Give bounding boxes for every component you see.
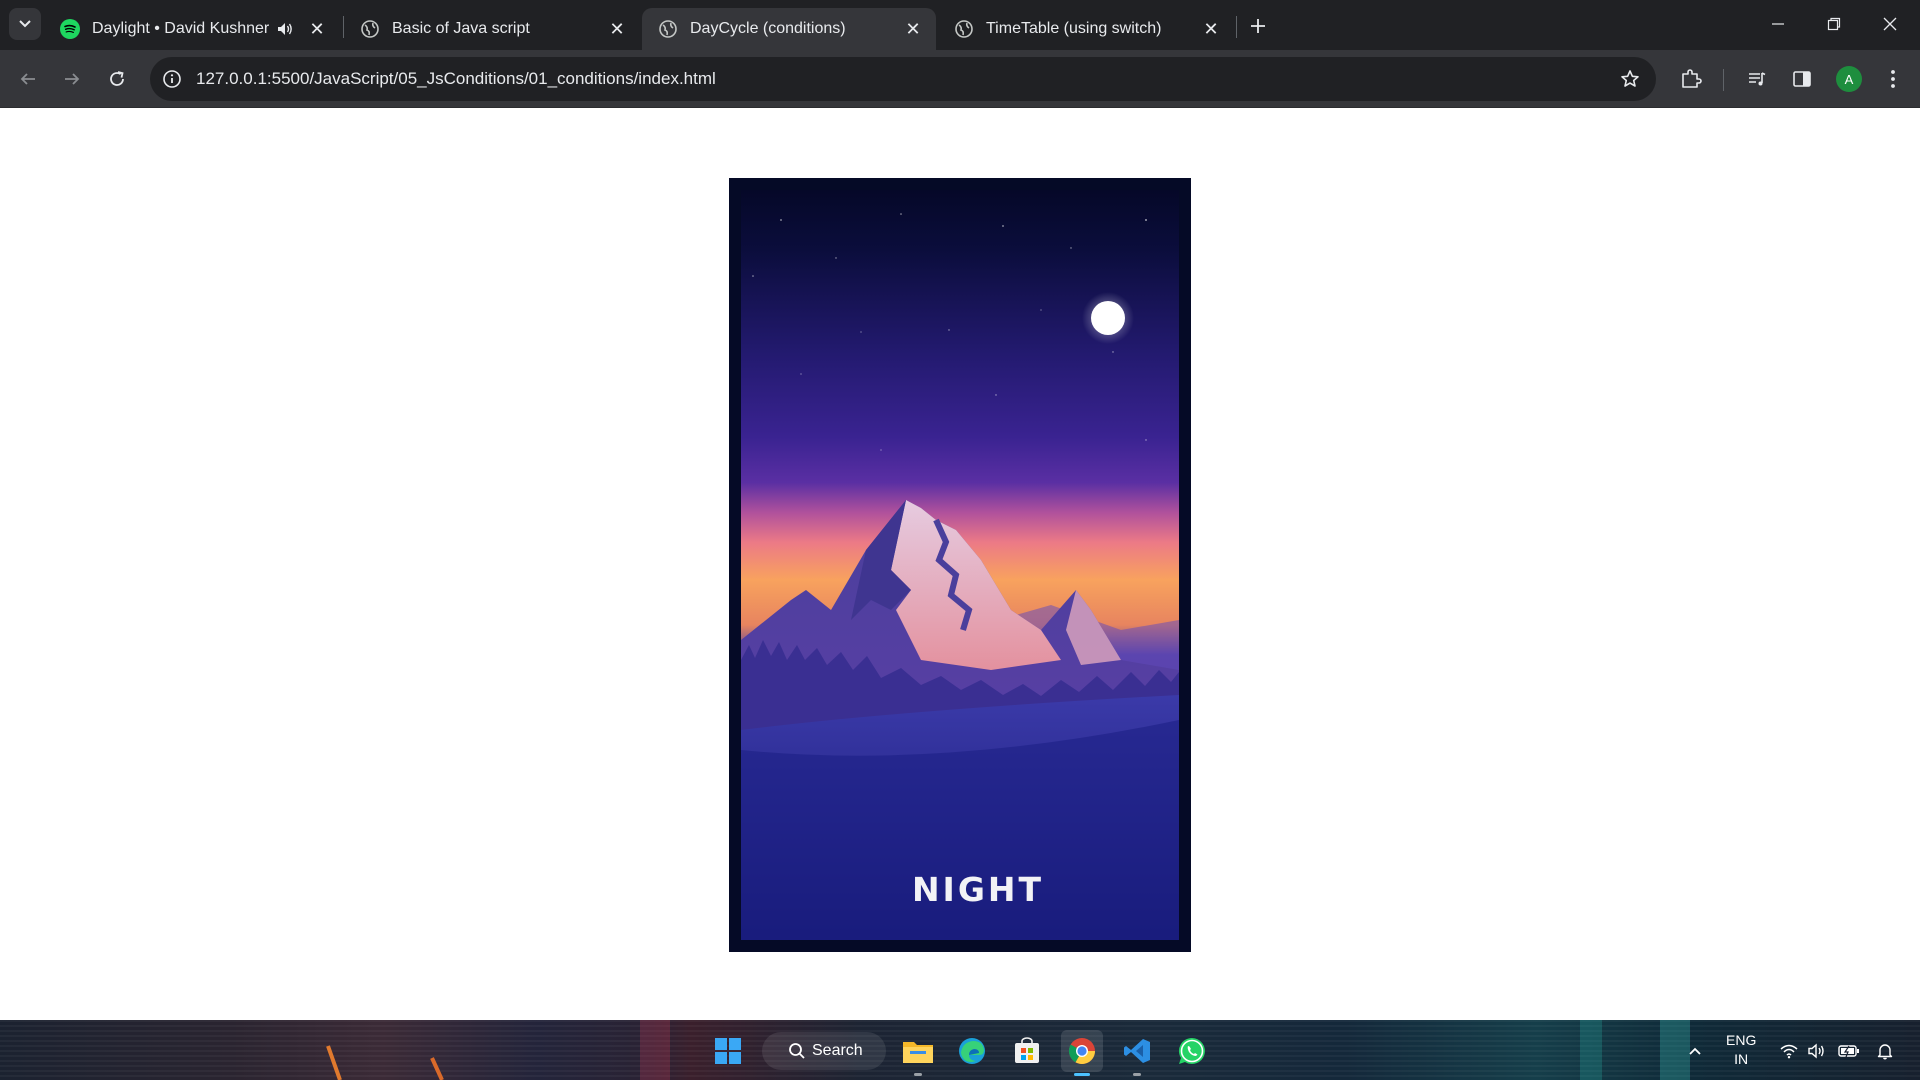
file-explorer-icon xyxy=(903,1042,933,1063)
info-icon[interactable] xyxy=(160,67,184,91)
close-icon[interactable]: ✕ xyxy=(1200,18,1222,40)
speaker-icon[interactable] xyxy=(274,18,296,40)
language-code: ENG xyxy=(1726,1032,1757,1048)
kebab-menu-icon xyxy=(1891,70,1895,88)
minimize-icon xyxy=(1772,23,1784,25)
url-text[interactable]: 127.0.0.1:5500/JavaScript/05_JsCondition… xyxy=(196,69,716,89)
tab-basic-of-java-script[interactable]: Basic of Java script ✕ xyxy=(344,8,640,50)
reload-icon xyxy=(110,71,124,86)
tab-daylight[interactable]: Daylight • David Kushner ✕ xyxy=(44,8,340,50)
search-label: Search xyxy=(812,1042,863,1059)
close-icon[interactable]: ✕ xyxy=(902,18,924,40)
close-icon xyxy=(1883,17,1897,31)
close-icon[interactable]: ✕ xyxy=(306,18,328,40)
back-button[interactable] xyxy=(12,63,44,95)
notification-bell-icon[interactable] xyxy=(1874,1040,1896,1062)
taskbar-search[interactable]: Search xyxy=(762,1032,886,1070)
forward-button[interactable] xyxy=(56,63,88,95)
tab-strip: Daylight • David Kushner ✕ Basic of Java… xyxy=(0,0,1920,50)
restore-icon xyxy=(1827,17,1841,31)
tab-search-button[interactable] xyxy=(9,8,41,40)
tab-title: DayCycle (conditions) xyxy=(690,20,846,37)
windows-taskbar: Search ENG IN xyxy=(0,1020,1920,1080)
close-icon[interactable]: ✕ xyxy=(606,18,628,40)
wifi-icon[interactable] xyxy=(1778,1040,1800,1062)
whatsapp-icon xyxy=(1178,1037,1205,1064)
chrome-button[interactable] xyxy=(1061,1030,1103,1076)
show-hidden-icons-button[interactable] xyxy=(1684,1040,1706,1062)
edge-button[interactable] xyxy=(951,1030,993,1072)
chevron-up-icon xyxy=(1689,1047,1701,1055)
running-indicator xyxy=(1133,1073,1141,1076)
night-mountain-image: NIGHT xyxy=(741,190,1179,940)
battery-icon[interactable] xyxy=(1838,1040,1860,1062)
extensions-button[interactable] xyxy=(1676,64,1706,94)
running-indicator xyxy=(1074,1073,1090,1076)
plus-icon xyxy=(1251,19,1265,33)
restore-button[interactable] xyxy=(1814,8,1854,40)
address-bar[interactable]: 127.0.0.1:5500/JavaScript/05_JsCondition… xyxy=(150,57,1656,101)
tab-title: Daylight • David Kushner xyxy=(92,20,270,37)
windows-start-icon xyxy=(715,1038,741,1064)
media-queue-icon xyxy=(1749,72,1766,86)
globe-icon xyxy=(954,19,974,39)
side-panel-icon xyxy=(1793,71,1811,87)
file-explorer-button[interactable] xyxy=(897,1030,939,1076)
browser-menu-button[interactable] xyxy=(1878,64,1908,94)
media-controls-button[interactable] xyxy=(1742,64,1772,94)
chrome-icon xyxy=(1068,1038,1096,1065)
start-button[interactable] xyxy=(707,1030,749,1072)
close-window-button[interactable] xyxy=(1870,8,1910,40)
globe-icon xyxy=(360,19,380,39)
store-button[interactable] xyxy=(1006,1030,1048,1072)
minimize-button[interactable] xyxy=(1758,8,1798,40)
page-content: NIGHT xyxy=(0,108,1920,1020)
bookmark-star-icon[interactable] xyxy=(1618,67,1642,91)
spotify-icon xyxy=(60,19,80,39)
arrow-left-icon xyxy=(20,73,35,85)
toolbar-divider xyxy=(1723,69,1724,91)
tab-timetable[interactable]: TimeTable (using switch) ✕ xyxy=(938,8,1234,50)
globe-icon xyxy=(658,19,678,39)
tab-daycycle[interactable]: DayCycle (conditions) ✕ xyxy=(642,8,936,50)
language-indicator[interactable]: ENG IN xyxy=(1726,1031,1756,1069)
tab-divider xyxy=(1236,16,1237,38)
side-panel-button[interactable] xyxy=(1787,64,1817,94)
tab-title: TimeTable (using switch) xyxy=(986,20,1162,37)
puzzle-icon xyxy=(1682,69,1702,88)
browser-toolbar: 127.0.0.1:5500/JavaScript/05_JsCondition… xyxy=(0,50,1920,108)
profile-avatar[interactable]: A xyxy=(1836,66,1862,92)
store-icon xyxy=(1015,1037,1039,1063)
day-cycle-card: NIGHT xyxy=(729,178,1191,952)
edge-icon xyxy=(959,1038,985,1064)
whatsapp-button[interactable] xyxy=(1171,1030,1213,1072)
search-icon xyxy=(788,1042,806,1060)
vscode-button[interactable] xyxy=(1116,1030,1158,1076)
reload-button[interactable] xyxy=(101,63,133,95)
region-code: IN xyxy=(1734,1051,1749,1067)
day-phase-label: NIGHT xyxy=(911,870,1045,909)
volume-icon[interactable] xyxy=(1806,1040,1828,1062)
chevron-down-icon xyxy=(19,20,31,28)
tab-title: Basic of Java script xyxy=(392,20,530,37)
new-tab-button[interactable] xyxy=(1244,12,1272,40)
running-indicator xyxy=(914,1073,922,1076)
arrow-right-icon xyxy=(65,73,80,85)
vscode-icon xyxy=(1124,1039,1150,1063)
